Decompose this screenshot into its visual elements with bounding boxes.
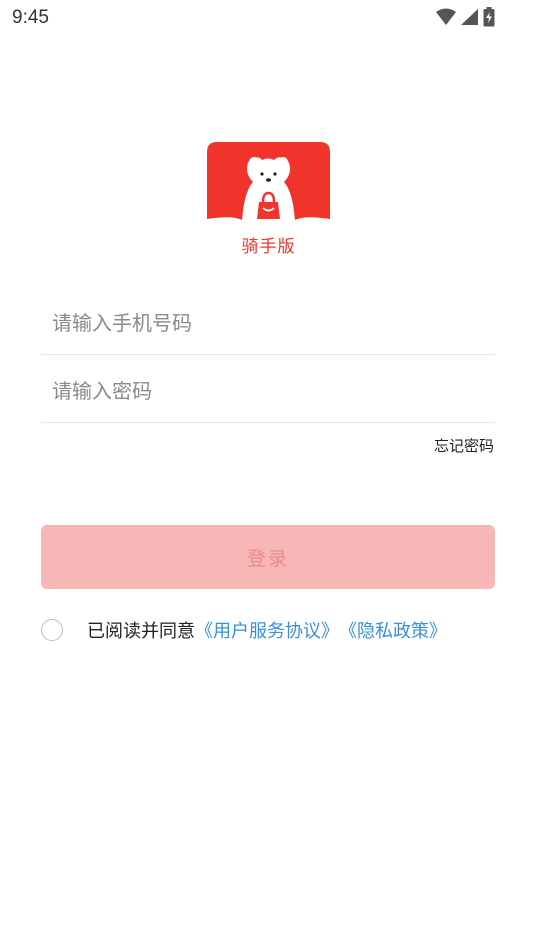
- login-button[interactable]: 登录: [41, 525, 495, 589]
- user-service-agreement-link[interactable]: 《用户服务协议》: [195, 617, 339, 643]
- status-time: 9:45: [12, 7, 49, 28]
- forgot-password-link[interactable]: 忘记密码: [434, 435, 494, 456]
- password-field-container: [41, 354, 495, 423]
- cellular-signal-icon: [460, 8, 479, 30]
- wifi-icon: [436, 8, 456, 30]
- agreement-checkbox[interactable]: [41, 619, 63, 641]
- status-icons: [436, 7, 495, 31]
- agreement-row: 已阅读并同意 《用户服务协议》 《隐私政策》: [41, 616, 501, 644]
- phone-field-container: [41, 286, 495, 355]
- battery-charging-icon: [483, 7, 495, 31]
- password-input[interactable]: [52, 376, 482, 406]
- phone-input[interactable]: [52, 308, 482, 338]
- agreement-prefix: 已阅读并同意: [87, 621, 195, 642]
- app-logo: [207, 142, 330, 224]
- privacy-policy-link[interactable]: 《隐私政策》: [339, 617, 447, 643]
- status-bar: 9:45: [0, 0, 535, 36]
- logo-caption: 骑手版: [241, 237, 296, 257]
